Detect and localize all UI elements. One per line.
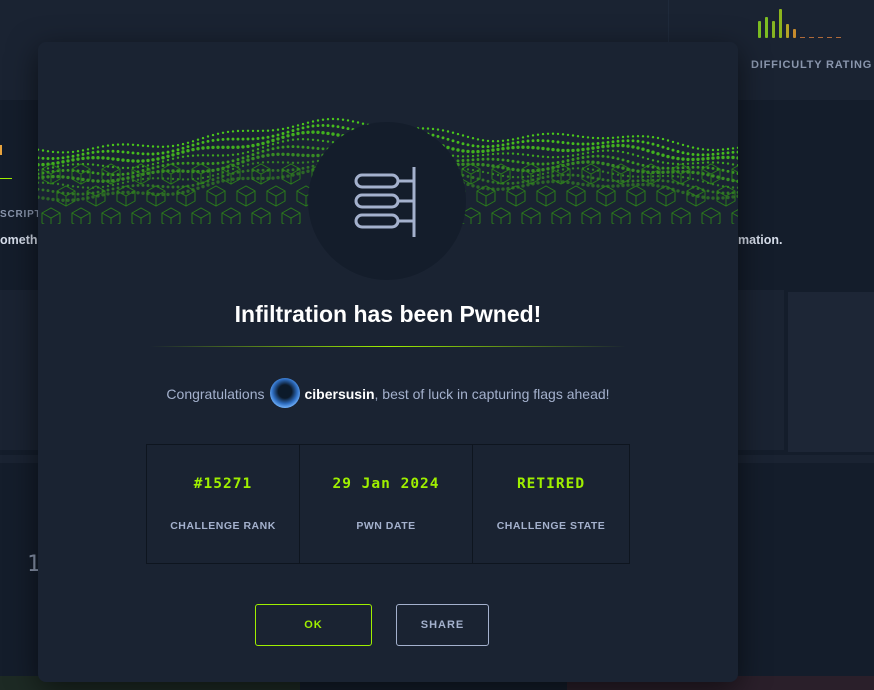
congratulations-message: Congratulations cibersusin, best of luck … (38, 378, 738, 410)
stat-value: #15271 (193, 476, 253, 492)
description-text-right-fragment: mation. (738, 233, 783, 247)
user-avatar (270, 378, 301, 409)
difficulty-bar (779, 9, 782, 38)
stat-label: CHALLENGE RANK (170, 520, 276, 532)
modal-title: Infiltration has been Pwned! (234, 301, 542, 327)
stat-label: CHALLENGE STATE (496, 520, 606, 532)
difficulty-bar (793, 29, 796, 38)
left-tab-underline (0, 178, 12, 179)
congrats-suffix: , best of luck in capturing flags ahead! (374, 386, 610, 402)
difficulty-bar (786, 24, 789, 38)
stat-challenge-state: RETIRED CHALLENGE STATE (473, 445, 629, 563)
challenge-category-icon (354, 167, 416, 237)
difficulty-empty-mark (818, 37, 823, 38)
difficulty-bar (765, 17, 768, 38)
difficulty-empty-mark (836, 37, 841, 38)
difficulty-bar (758, 21, 761, 38)
difficulty-label: DIFFICULTY RATING (751, 59, 873, 71)
difficulty-bar (772, 21, 775, 38)
stat-value: RETIRED (516, 476, 586, 492)
username[interactable]: cibersusin (304, 386, 374, 402)
congrats-prefix: Congratulations (166, 386, 265, 402)
difficulty-empty-mark (800, 37, 805, 38)
stat-label: PWN DATE (356, 520, 416, 532)
pwned-modal: Infiltration has been Pwned! Congratulat… (38, 42, 738, 682)
stats-table: #15271 CHALLENGE RANK 29 Jan 2024 PWN DA… (146, 444, 630, 564)
ok-button[interactable]: OK (255, 604, 372, 646)
background-panel-far-right (788, 292, 874, 452)
stat-value: 29 Jan 2024 (332, 476, 440, 492)
difficulty-empty-mark (827, 37, 832, 38)
difficulty-empty-mark (809, 37, 814, 38)
stat-challenge-rank: #15271 CHALLENGE RANK (147, 445, 300, 563)
share-button[interactable]: SHARE (396, 604, 489, 646)
description-text-left-fragment: omething (0, 233, 38, 247)
difficulty-chart (758, 6, 841, 38)
stat-pwn-date: 29 Jan 2024 PWN DATE (300, 445, 473, 563)
challenge-icon-circle (308, 122, 466, 280)
background-panel-right (738, 290, 784, 450)
description-heading-fragment: SCRIPT (0, 209, 38, 220)
title-divider (150, 346, 626, 347)
left-accent-mark (0, 145, 2, 155)
background-panel-left (0, 290, 38, 450)
